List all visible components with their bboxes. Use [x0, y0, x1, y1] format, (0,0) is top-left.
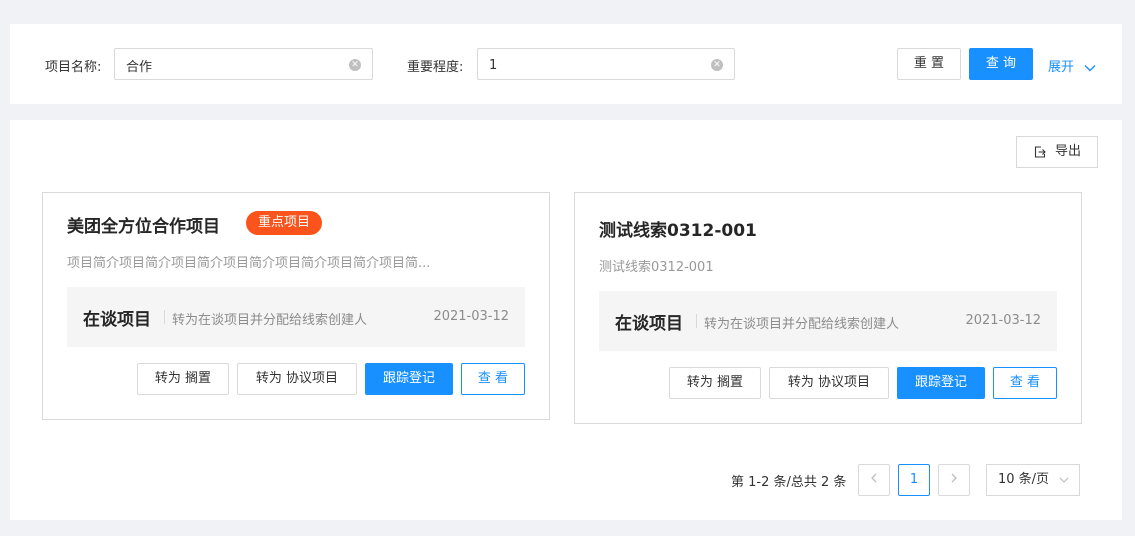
chevron-down-icon [1084, 64, 1096, 71]
status-date: 2021-03-12 [965, 313, 1041, 328]
shelve-button[interactable]: 转为 搁置 [669, 367, 761, 399]
shelve-button[interactable]: 转为 搁置 [137, 363, 229, 395]
status-date: 2021-03-12 [433, 309, 509, 324]
prev-page-button[interactable] [858, 464, 890, 496]
importance-field[interactable]: ✕ [477, 48, 735, 80]
chevron-right-icon [951, 473, 957, 483]
clear-icon[interactable]: ✕ [349, 59, 361, 71]
project-list-panel: 导出 美团全方位合作项目 重点项目 项目简介项目简介项目简介项目简介项目简介项目… [10, 120, 1122, 520]
pagination-summary: 第 1-2 条/总共 2 条 [731, 475, 847, 490]
status-box: 在谈项目 转为在谈项目并分配给线索创建人 2021-03-12 [599, 291, 1057, 351]
chevron-left-icon [871, 473, 877, 483]
priority-tag: 重点项目 [246, 211, 323, 235]
convert-agreement-button[interactable]: 转为 协议项目 [769, 367, 889, 399]
page-size-select[interactable]: 10 条/页 [986, 464, 1080, 496]
chevron-down-icon [1059, 477, 1069, 483]
project-name-field[interactable]: ✕ [114, 48, 373, 80]
importance-input[interactable] [489, 56, 689, 74]
status-title: 在谈项目 [83, 310, 151, 330]
project-card: 测试线索0312-001 测试线索0312-001 在谈项目 转为在谈项目并分配… [574, 192, 1082, 424]
importance-label: 重要程度: [407, 60, 464, 75]
track-register-button[interactable]: 跟踪登记 [365, 363, 453, 395]
status-note: 转为在谈项目并分配给线索创建人 [704, 317, 900, 332]
reset-button[interactable]: 重 置 [897, 48, 961, 80]
export-label: 导出 [1055, 144, 1082, 159]
project-name-input[interactable] [126, 56, 326, 74]
status-note: 转为在谈项目并分配给线索创建人 [172, 313, 368, 328]
track-register-button[interactable]: 跟踪登记 [897, 367, 985, 399]
project-card: 美团全方位合作项目 重点项目 项目简介项目简介项目简介项目简介项目简介项目简介项… [42, 192, 550, 420]
view-button[interactable]: 查 看 [993, 367, 1057, 399]
export-icon [1034, 146, 1046, 158]
page-1-button[interactable]: 1 [898, 464, 930, 496]
search-button[interactable]: 查 询 [969, 48, 1033, 80]
expand-label: 展开 [1048, 60, 1075, 75]
expand-toggle[interactable]: 展开 [1048, 56, 1096, 75]
card-title[interactable]: 美团全方位合作项目 [67, 212, 220, 237]
clear-icon[interactable]: ✕ [711, 59, 723, 71]
status-divider [164, 310, 165, 324]
status-box: 在谈项目 转为在谈项目并分配给线索创建人 2021-03-12 [67, 287, 525, 347]
status-title: 在谈项目 [615, 314, 683, 334]
next-page-button[interactable] [938, 464, 970, 496]
card-description: 测试线索0312-001 [599, 260, 714, 275]
card-description: 项目简介项目简介项目简介项目简介项目简介项目简介项目简... [67, 256, 431, 271]
filter-panel: 项目名称: ✕ 重要程度: ✕ 重 置 查 询 展开 [10, 24, 1122, 104]
page-size-label: 10 条/页 [998, 472, 1050, 487]
card-title[interactable]: 测试线索0312-001 [599, 216, 757, 241]
status-divider [696, 314, 697, 328]
project-name-label: 项目名称: [45, 60, 102, 75]
convert-agreement-button[interactable]: 转为 协议项目 [237, 363, 357, 395]
export-button[interactable]: 导出 [1016, 136, 1098, 168]
view-button[interactable]: 查 看 [461, 363, 525, 395]
